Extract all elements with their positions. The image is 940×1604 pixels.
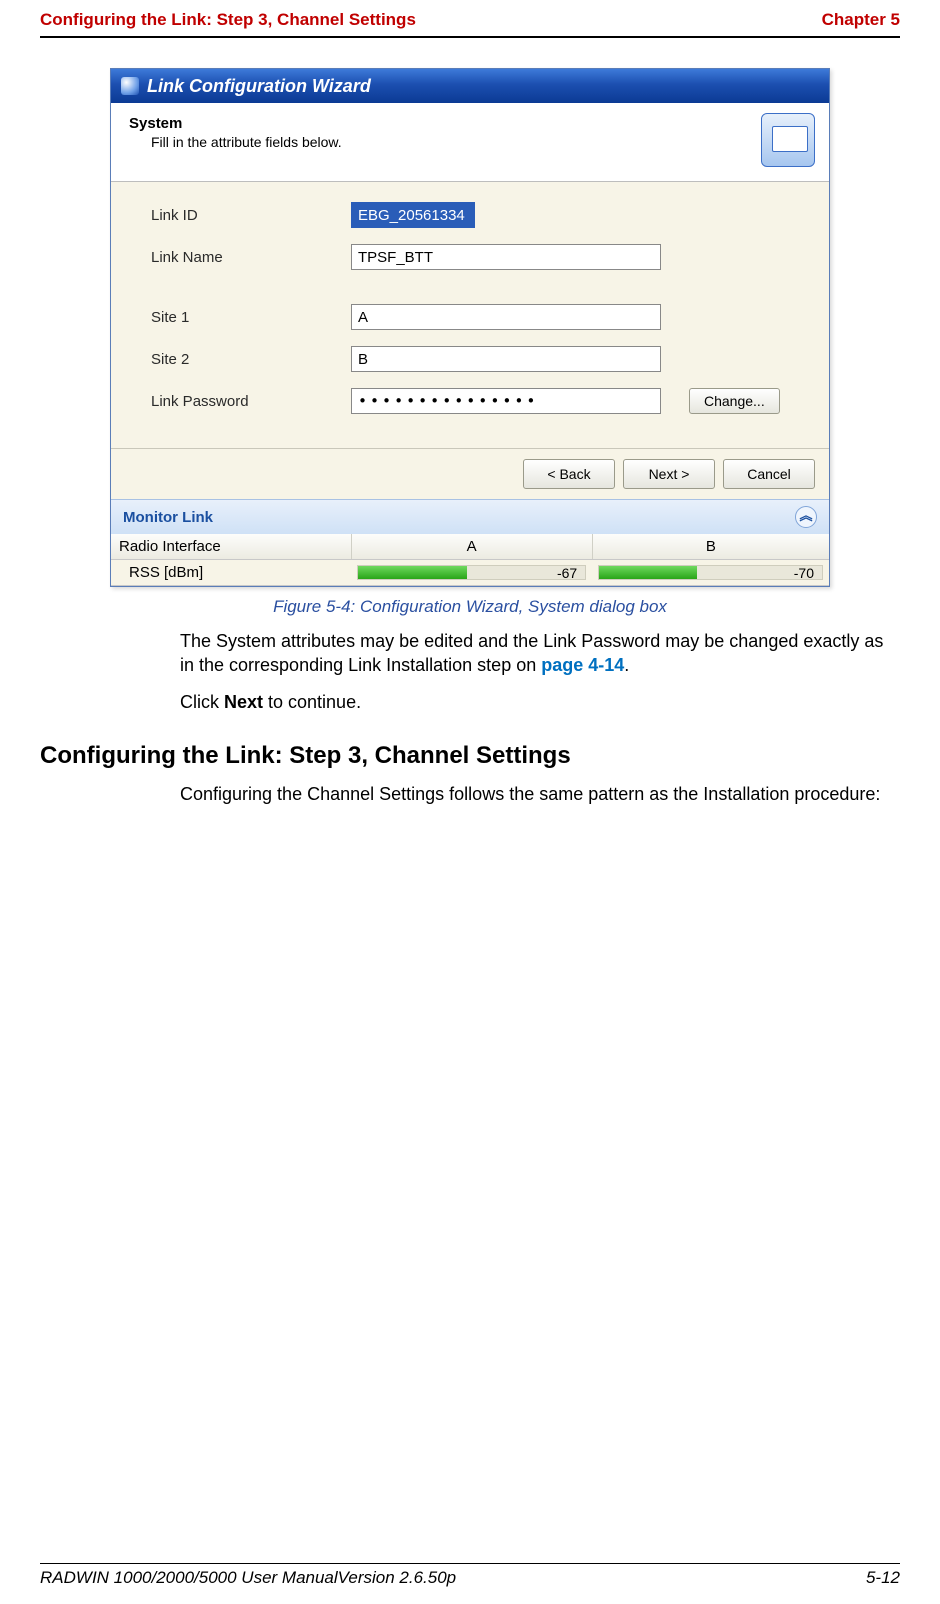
p2-b: to continue. bbox=[263, 692, 361, 712]
rss-b-track: -70 bbox=[598, 565, 823, 580]
body-paragraph-3: Configuring the Channel Settings follows… bbox=[180, 782, 900, 806]
input-site1[interactable] bbox=[351, 304, 661, 330]
figure-caption: Figure 5-4: Configuration Wizard, System… bbox=[40, 597, 900, 617]
header-left: Configuring the Link: Step 3, Channel Se… bbox=[40, 10, 416, 30]
input-link-password[interactable] bbox=[351, 388, 661, 414]
change-button[interactable]: Change... bbox=[689, 388, 780, 414]
row-link-id: Link ID bbox=[151, 202, 789, 228]
col-header-a: A bbox=[351, 534, 592, 560]
page-link[interactable]: page 4-14 bbox=[541, 655, 624, 675]
next-button[interactable]: Next > bbox=[623, 459, 715, 489]
footer-left: RADWIN 1000/2000/5000 User ManualVersion… bbox=[40, 1568, 456, 1588]
body-paragraph-1: The System attributes may be edited and … bbox=[180, 629, 900, 678]
row-site2: Site 2 bbox=[151, 346, 789, 372]
wizard-form: Link ID Link Name Site 1 Site 2 Link Pas… bbox=[111, 182, 829, 448]
col-header-radio-interface: Radio Interface bbox=[111, 534, 351, 560]
body-paragraph-2: Click Next to continue. bbox=[180, 690, 900, 714]
rss-a-cell: -67 bbox=[351, 560, 592, 586]
wizard-footer: < Back Next > Cancel bbox=[111, 448, 829, 499]
rss-label: RSS [dBm] bbox=[111, 560, 351, 586]
input-link-id[interactable] bbox=[351, 202, 475, 228]
cancel-button[interactable]: Cancel bbox=[723, 459, 815, 489]
back-button[interactable]: < Back bbox=[523, 459, 615, 489]
wizard-titlebar: Link Configuration Wizard bbox=[111, 69, 829, 103]
footer-row: RADWIN 1000/2000/5000 User ManualVersion… bbox=[40, 1568, 900, 1588]
row-site1: Site 1 bbox=[151, 304, 789, 330]
wizard-header-text: System Fill in the attribute fields belo… bbox=[129, 113, 342, 150]
page-footer: RADWIN 1000/2000/5000 User ManualVersion… bbox=[40, 1563, 900, 1588]
footer-rule bbox=[40, 1563, 900, 1564]
rss-b-cell: -70 bbox=[592, 560, 829, 586]
header-right: Chapter 5 bbox=[822, 10, 900, 30]
wizard-section-title: System bbox=[129, 115, 342, 132]
p1-a: The System attributes may be edited and … bbox=[180, 631, 883, 675]
row-link-password: Link Password Change... bbox=[151, 388, 789, 414]
footer-right: 5-12 bbox=[866, 1568, 900, 1588]
rss-a-track: -67 bbox=[357, 565, 586, 580]
label-link-id: Link ID bbox=[151, 207, 351, 224]
rss-b-value: -70 bbox=[794, 566, 814, 579]
monitor-icon bbox=[761, 113, 815, 167]
input-site2[interactable] bbox=[351, 346, 661, 372]
row-link-name: Link Name bbox=[151, 244, 789, 270]
wizard-title: Link Configuration Wizard bbox=[147, 76, 371, 97]
monitor-link-label: Monitor Link bbox=[123, 509, 213, 526]
monitor-link-bar[interactable]: Monitor Link ︽ bbox=[111, 499, 829, 534]
label-link-password: Link Password bbox=[151, 393, 351, 410]
section-heading: Configuring the Link: Step 3, Channel Se… bbox=[0, 742, 940, 770]
input-link-name[interactable] bbox=[351, 244, 661, 270]
col-header-b: B bbox=[592, 534, 829, 560]
p2-bold: Next bbox=[224, 692, 263, 712]
rss-a-value: -67 bbox=[557, 566, 577, 579]
wizard-section-sub: Fill in the attribute fields below. bbox=[151, 134, 342, 150]
label-site1: Site 1 bbox=[151, 309, 351, 326]
wizard-header: System Fill in the attribute fields belo… bbox=[111, 103, 829, 182]
p2-a: Click bbox=[180, 692, 224, 712]
label-link-name: Link Name bbox=[151, 249, 351, 266]
radio-interface-table: Radio Interface A B RSS [dBm] -67 bbox=[111, 534, 829, 586]
titlebar-icon bbox=[121, 77, 139, 95]
rss-b-fill bbox=[599, 566, 697, 579]
label-site2: Site 2 bbox=[151, 351, 351, 368]
p1-b: . bbox=[624, 655, 629, 675]
page-header: Configuring the Link: Step 3, Channel Se… bbox=[0, 0, 940, 36]
page-content: Link Configuration Wizard System Fill in… bbox=[0, 38, 940, 714]
chevron-up-icon[interactable]: ︽ bbox=[795, 506, 817, 528]
wizard-window: Link Configuration Wizard System Fill in… bbox=[110, 68, 830, 587]
table-row: RSS [dBm] -67 -70 bbox=[111, 560, 829, 586]
rss-a-fill bbox=[358, 566, 467, 579]
